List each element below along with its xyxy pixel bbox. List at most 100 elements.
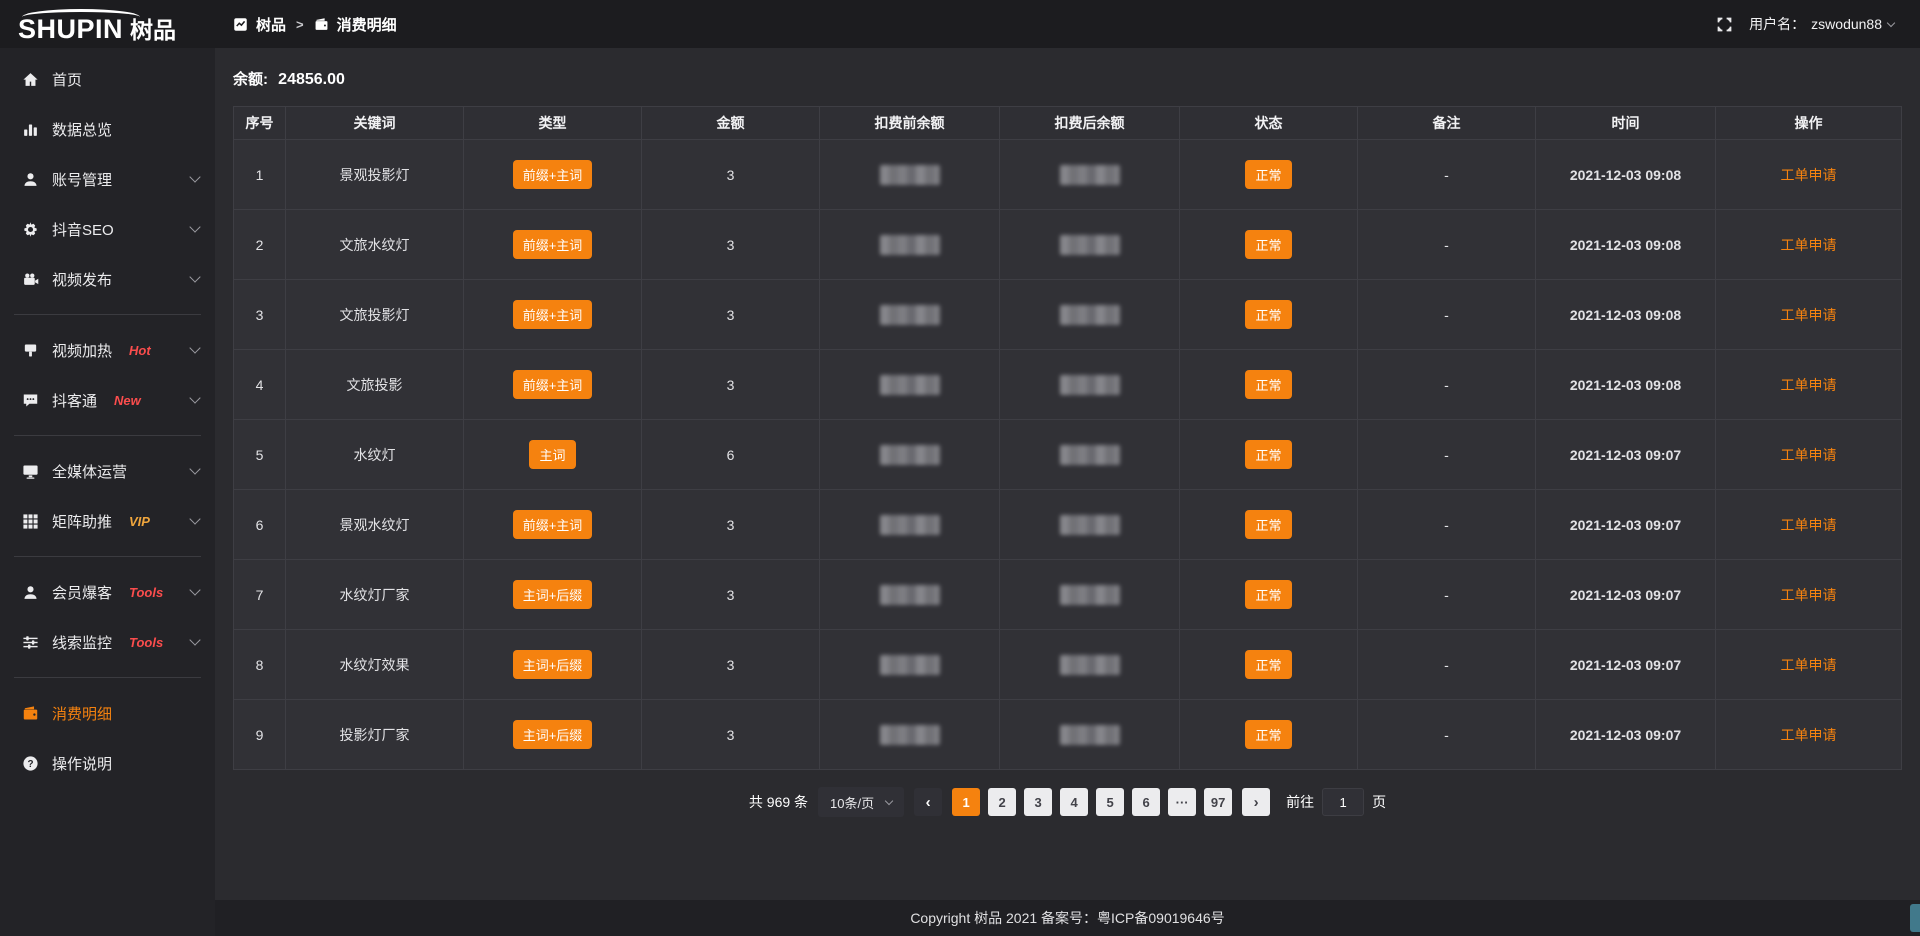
ticket-request-link[interactable]: 工单申请 bbox=[1781, 377, 1837, 393]
chevron-down-icon bbox=[189, 221, 200, 232]
sidebar-item[interactable]: 矩阵助推VIP bbox=[0, 496, 215, 546]
fullscreen-icon[interactable] bbox=[1716, 16, 1733, 33]
table-body: 1景观投影灯前缀+主词3正常-2021-12-03 09:08工单申请2文旅水纹… bbox=[234, 140, 1902, 770]
sidebar-item[interactable]: 视频加热Hot bbox=[0, 325, 215, 375]
page-button-5[interactable]: 5 bbox=[1096, 788, 1124, 816]
page-button-1[interactable]: 1 bbox=[952, 788, 980, 816]
ticket-request-link[interactable]: 工单申请 bbox=[1781, 447, 1837, 463]
cell-action: 工单申请 bbox=[1716, 350, 1902, 420]
cell-balance-before bbox=[820, 490, 1000, 560]
breadcrumb-root[interactable]: 树品 bbox=[256, 14, 286, 35]
ticket-request-link[interactable]: 工单申请 bbox=[1781, 587, 1837, 603]
consumption-table: 序号关键词类型金额扣费前余额扣费后余额状态备注时间操作 1景观投影灯前缀+主词3… bbox=[233, 106, 1902, 770]
ticket-request-link[interactable]: 工单申请 bbox=[1781, 237, 1837, 253]
cell-time: 2021-12-03 09:07 bbox=[1536, 700, 1716, 770]
cell-action: 工单申请 bbox=[1716, 420, 1902, 490]
prev-page-button[interactable]: ‹ bbox=[914, 788, 942, 816]
type-badge: 主词+后缀 bbox=[513, 650, 593, 679]
cell-balance-before bbox=[820, 350, 1000, 420]
cell-index: 4 bbox=[234, 350, 286, 420]
cell-balance-before bbox=[820, 140, 1000, 210]
chevron-down-icon bbox=[885, 797, 893, 805]
cell-amount: 3 bbox=[642, 280, 820, 350]
sidebar-divider bbox=[14, 314, 201, 315]
sidebar-item[interactable]: 抖客通New bbox=[0, 375, 215, 425]
cell-index: 8 bbox=[234, 630, 286, 700]
goto-page: 前往 页 bbox=[1286, 788, 1386, 816]
sidebar-item[interactable]: 全媒体运营 bbox=[0, 446, 215, 496]
ticket-request-link[interactable]: 工单申请 bbox=[1781, 307, 1837, 323]
page-size-select[interactable]: 10条/页 bbox=[818, 787, 904, 817]
user-menu[interactable]: 用户名： zswodun88 bbox=[1749, 14, 1894, 34]
grid-icon bbox=[22, 513, 39, 530]
cell-remark: - bbox=[1358, 560, 1536, 630]
page-button-4[interactable]: 4 bbox=[1060, 788, 1088, 816]
status-badge: 正常 bbox=[1245, 580, 1291, 609]
breadcrumb: 树品 > 消费明细 bbox=[233, 14, 397, 35]
cell-time: 2021-12-03 09:07 bbox=[1536, 560, 1716, 630]
cell-index: 6 bbox=[234, 490, 286, 560]
cell-type: 前缀+主词 bbox=[464, 280, 642, 350]
copyright-text: Copyright 树品 2021 备案号：粤ICP备09019646号 bbox=[910, 908, 1224, 928]
redacted-value bbox=[1060, 445, 1120, 465]
cell-balance-before bbox=[820, 700, 1000, 770]
column-header: 类型 bbox=[464, 107, 642, 140]
ticket-request-link[interactable]: 工单申请 bbox=[1781, 727, 1837, 743]
breadcrumb-separator: > bbox=[296, 17, 304, 32]
sidebar-item[interactable]: ?操作说明 bbox=[0, 738, 215, 788]
next-page-button[interactable]: › bbox=[1242, 788, 1270, 816]
balance: 余额: 24856.00 bbox=[233, 68, 1902, 89]
goto-page-input[interactable] bbox=[1322, 788, 1364, 816]
column-header: 关键词 bbox=[286, 107, 464, 140]
cell-status: 正常 bbox=[1180, 280, 1358, 350]
ticket-request-link[interactable]: 工单申请 bbox=[1781, 167, 1837, 183]
cell-balance-after bbox=[1000, 210, 1180, 280]
sidebar-item-tag: Tools bbox=[129, 635, 163, 650]
cell-keyword: 水纹灯 bbox=[286, 420, 464, 490]
cell-remark: - bbox=[1358, 630, 1536, 700]
username: zswodun88 bbox=[1811, 16, 1882, 32]
cell-keyword: 景观投影灯 bbox=[286, 140, 464, 210]
page-button-6[interactable]: 6 bbox=[1132, 788, 1160, 816]
table-row: 5水纹灯主词6正常-2021-12-03 09:07工单申请 bbox=[234, 420, 1902, 490]
sidebar-item[interactable]: 消费明细 bbox=[0, 688, 215, 738]
table-row: 6景观水纹灯前缀+主词3正常-2021-12-03 09:07工单申请 bbox=[234, 490, 1902, 560]
sliders-icon bbox=[22, 634, 39, 651]
content-area: 余额: 24856.00 序号关键词类型金额扣费前余额扣费后余额状态备注时间操作… bbox=[215, 48, 1920, 900]
sidebar-item-label: 抖客通 bbox=[52, 390, 97, 411]
wallet-icon bbox=[22, 705, 39, 722]
ticket-request-link[interactable]: 工单申请 bbox=[1781, 517, 1837, 533]
logo-arc-decoration bbox=[22, 9, 140, 25]
sidebar-item[interactable]: 数据总览 bbox=[0, 104, 215, 154]
home-icon bbox=[22, 71, 39, 88]
sidebar-item[interactable]: 抖音SEO bbox=[0, 204, 215, 254]
cell-index: 7 bbox=[234, 560, 286, 630]
ticket-request-link[interactable]: 工单申请 bbox=[1781, 657, 1837, 673]
sidebar-item[interactable]: 首页 bbox=[0, 54, 215, 104]
cell-action: 工单申请 bbox=[1716, 210, 1902, 280]
page-button-97[interactable]: 97 bbox=[1204, 788, 1232, 816]
status-badge: 正常 bbox=[1245, 510, 1291, 539]
monitor-icon bbox=[22, 463, 39, 480]
page-button-2[interactable]: 2 bbox=[988, 788, 1016, 816]
main-area: 余额: 24856.00 序号关键词类型金额扣费前余额扣费后余额状态备注时间操作… bbox=[215, 48, 1920, 936]
redacted-value bbox=[1060, 585, 1120, 605]
sidebar-item[interactable]: 视频发布 bbox=[0, 254, 215, 304]
page-button-3[interactable]: 3 bbox=[1024, 788, 1052, 816]
cell-time: 2021-12-03 09:08 bbox=[1536, 210, 1716, 280]
sidebar-divider bbox=[14, 435, 201, 436]
cell-remark: - bbox=[1358, 140, 1536, 210]
goto-suffix: 页 bbox=[1372, 792, 1386, 812]
redacted-value bbox=[880, 585, 940, 605]
redacted-value bbox=[880, 445, 940, 465]
sidebar-item[interactable]: 账号管理 bbox=[0, 154, 215, 204]
sidebar-item[interactable]: 会员爆客Tools bbox=[0, 567, 215, 617]
corner-widget[interactable] bbox=[1910, 904, 1920, 932]
cell-time: 2021-12-03 09:07 bbox=[1536, 490, 1716, 560]
page-more-button[interactable]: ··· bbox=[1168, 788, 1196, 816]
type-badge: 主词 bbox=[529, 440, 575, 469]
sidebar-item-label: 账号管理 bbox=[52, 169, 112, 190]
cell-balance-before bbox=[820, 280, 1000, 350]
sidebar-item[interactable]: 线索监控Tools bbox=[0, 617, 215, 667]
balance-label: 余额: bbox=[233, 71, 268, 88]
